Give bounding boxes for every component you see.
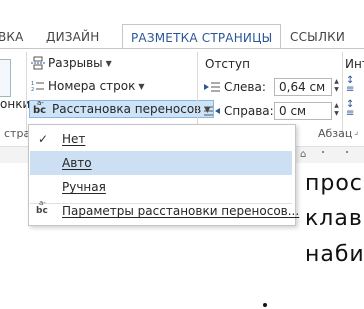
indent-left-label: Слева:: [224, 80, 266, 94]
hyphenation-button[interactable]: a- bc Расстановка переносов ▼: [29, 99, 215, 118]
breaks-icon: [31, 56, 45, 70]
indent-marker-icon[interactable]: ⌂: [300, 149, 306, 160]
document-text-line: прос: [305, 171, 363, 196]
hyphenation-icon: a- bc: [33, 99, 47, 116]
indent-right-label: Справа:: [224, 104, 274, 118]
checkmark-icon: ✓: [38, 132, 49, 146]
indent-left-field[interactable]: 0,64 см: [274, 78, 332, 96]
line-numbers-button[interactable]: 12 Номера строк ▼: [31, 79, 145, 93]
ruler-tick: [322, 151, 324, 153]
paragraph-group-label: Абзац: [318, 127, 353, 140]
indent-right-icon: [204, 104, 220, 118]
page-setup-group-label: стра: [4, 127, 31, 140]
indent-right-field[interactable]: 0 см: [274, 102, 332, 120]
indent-right-spinner[interactable]: ▲ ▼: [332, 102, 341, 120]
dropdown-arrow-icon: ▼: [138, 81, 145, 91]
menu-item-auto[interactable]: Авто: [30, 151, 292, 175]
menu-item-manual[interactable]: Ручная: [30, 175, 292, 199]
spacing-before-icon: ↕ ≡: [346, 75, 355, 95]
paragraph-dialog-launcher-icon[interactable]: ⌟: [354, 127, 358, 137]
menu-item-label: Параметры расстановки переносов...: [62, 204, 300, 218]
text-fragment: [263, 303, 267, 307]
menu-item-hyphenation-options[interactable]: a- bc Параметры расстановки переносов...: [30, 199, 299, 223]
tab-references[interactable]: ССЫЛКИ: [290, 30, 345, 44]
breaks-label: Разрывы: [48, 56, 103, 70]
document-text-line: клав: [305, 206, 363, 231]
dropdown-arrow-icon: ▼: [105, 58, 112, 68]
hyphenation-label: Расстановка переносов: [52, 102, 202, 116]
spacing-title-partial: Инт: [345, 57, 364, 71]
ribbon-separator: [342, 52, 343, 138]
svg-text:2: 2: [31, 87, 34, 93]
menu-item-label: Нет: [62, 132, 86, 146]
breaks-button[interactable]: Разрывы ▼: [31, 56, 112, 70]
indent-left-icon: [204, 80, 220, 94]
document-text-line: наби: [305, 242, 364, 267]
hyphenation-dropdown-menu: ✓ Нет Авто Ручная a- bc Параметры расста…: [28, 124, 299, 226]
menu-item-label: Авто: [62, 156, 92, 170]
tab-design[interactable]: ДИЗАЙН: [46, 30, 99, 44]
menu-item-label: Ручная: [62, 180, 106, 194]
ruler-tick: [346, 151, 348, 153]
columns-icon[interactable]: [0, 59, 11, 97]
ribbon-tab-bar: ВКА ДИЗАЙН РАЗМЕТКА СТРАНИЦЫ ССЫЛКИ: [0, 0, 364, 48]
indent-title: Отступ: [205, 57, 250, 71]
menu-item-none[interactable]: ✓ Нет: [30, 127, 292, 151]
tab-review-partial[interactable]: ВКА: [0, 30, 24, 44]
ribbon-separator: [26, 52, 27, 138]
line-numbers-label: Номера строк: [48, 79, 136, 93]
tab-page-layout[interactable]: РАЗМЕТКА СТРАНИЦЫ: [122, 24, 282, 48]
line-numbers-icon: 12: [31, 79, 45, 93]
spacing-after-icon: ↕ ≡: [346, 99, 355, 119]
indent-left-spinner[interactable]: ▲ ▼: [332, 78, 341, 96]
